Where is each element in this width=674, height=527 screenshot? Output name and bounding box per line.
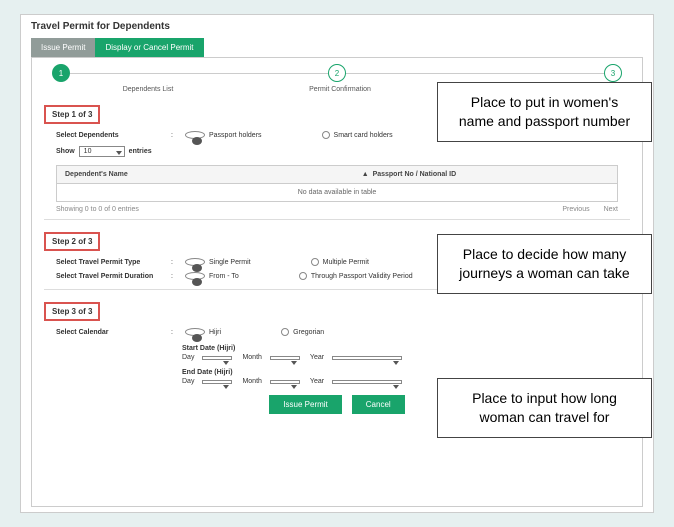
- single-permit-option[interactable]: Single Permit: [181, 258, 251, 266]
- year-label: Year: [310, 354, 324, 361]
- end-day-select[interactable]: [202, 380, 232, 384]
- table-empty: No data available in table: [56, 184, 618, 202]
- entries-select[interactable]: 10: [79, 146, 125, 157]
- year-label: Year: [310, 378, 324, 385]
- radio-icon: [185, 258, 205, 266]
- smart-card-holders-option[interactable]: Smart card holders: [322, 131, 393, 139]
- stepper: 1 2 3: [32, 58, 642, 84]
- step-1-circle: 1: [52, 64, 70, 82]
- issue-permit-button[interactable]: Issue Permit: [269, 395, 341, 414]
- next-link[interactable]: Next: [604, 206, 618, 213]
- step-2-heading: Step 2 of 3: [44, 232, 100, 251]
- cancel-button[interactable]: Cancel: [352, 395, 405, 414]
- table-header: Dependent's Name ▲ Passport No / Nationa…: [56, 165, 618, 184]
- start-month-select[interactable]: [270, 356, 300, 360]
- validity-option[interactable]: Through Passport Validity Period: [299, 272, 413, 280]
- show-label: Show: [56, 148, 75, 155]
- step-3-heading: Step 3 of 3: [44, 302, 100, 321]
- divider: [44, 219, 630, 220]
- month-label: Month: [242, 354, 261, 361]
- multiple-permit-option[interactable]: Multiple Permit: [311, 258, 369, 266]
- end-year-select[interactable]: [332, 380, 402, 384]
- showing-info: Showing 0 to 0 of 0 entries: [56, 206, 548, 213]
- start-day-select[interactable]: [202, 356, 232, 360]
- sort-icon: ▲: [362, 171, 369, 178]
- calendar-label: Select Calendar: [56, 329, 171, 336]
- from-to-option[interactable]: From - To: [181, 272, 239, 280]
- tab-issue-permit[interactable]: Issue Permit: [31, 38, 95, 57]
- day-label: Day: [182, 354, 194, 361]
- select-dependents-label: Select Dependents: [56, 132, 171, 139]
- step-1-label: Dependents List: [52, 86, 244, 93]
- prev-link[interactable]: Previous: [562, 206, 589, 213]
- tabs: Issue Permit Display or Cancel Permit: [21, 38, 653, 57]
- annotation-2: Place to decide how many journeys a woma…: [437, 234, 652, 294]
- radio-icon: [185, 272, 205, 280]
- passport-holders-option[interactable]: Passport holders: [181, 131, 262, 139]
- hijri-option[interactable]: Hijri: [181, 328, 221, 336]
- end-date-label: End Date (Hijri): [182, 369, 618, 376]
- radio-icon: [299, 272, 307, 280]
- step-2-circle: 2: [328, 64, 346, 82]
- radio-icon: [281, 328, 289, 336]
- radio-icon: [311, 258, 319, 266]
- annotation-1: Place to put in women's name and passpor…: [437, 82, 652, 142]
- step-2-label: Permit Confirmation: [244, 86, 436, 93]
- day-label: Day: [182, 378, 194, 385]
- annotation-3: Place to input how long woman can travel…: [437, 378, 652, 438]
- col-dependent-name[interactable]: Dependent's Name: [65, 171, 362, 178]
- col-passport-id[interactable]: ▲ Passport No / National ID: [362, 171, 609, 178]
- radio-icon: [185, 328, 205, 336]
- radio-icon: [185, 131, 205, 139]
- step-3-circle: 3: [604, 64, 622, 82]
- entries-label: entries: [129, 148, 152, 155]
- start-date-label: Start Date (Hijri): [182, 345, 618, 352]
- gregorian-option[interactable]: Gregorian: [281, 328, 324, 336]
- permit-type-label: Select Travel Permit Type: [56, 259, 171, 266]
- radio-icon: [322, 131, 330, 139]
- page-title: Travel Permit for Dependents: [21, 15, 653, 38]
- step-1-heading: Step 1 of 3: [44, 105, 100, 124]
- permit-duration-label: Select Travel Permit Duration: [56, 273, 171, 280]
- month-label: Month: [242, 378, 261, 385]
- step-line: [346, 73, 604, 74]
- start-year-select[interactable]: [332, 356, 402, 360]
- end-month-select[interactable]: [270, 380, 300, 384]
- step-line: [70, 73, 328, 74]
- tab-display-cancel[interactable]: Display or Cancel Permit: [95, 38, 203, 57]
